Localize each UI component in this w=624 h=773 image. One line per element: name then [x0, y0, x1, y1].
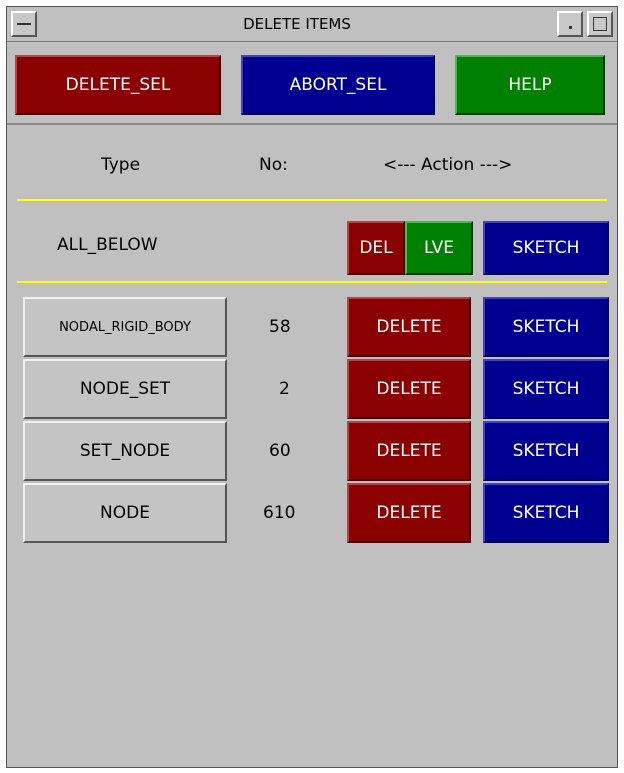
row-count: 2: [279, 379, 290, 399]
sketch-button[interactable]: SKETCH: [483, 359, 609, 419]
header-action: <--- Action --->: [383, 155, 513, 175]
del-all-button[interactable]: DEL: [347, 221, 405, 275]
sketch-button[interactable]: SKETCH: [483, 483, 609, 543]
delete-items-window: DELETE ITEMS DELETE_SEL ABORT_SEL HELP T…: [6, 6, 618, 768]
type-button-node[interactable]: NODE: [23, 483, 227, 543]
delete-button[interactable]: DELETE: [347, 297, 471, 357]
header-type: Type: [101, 155, 141, 175]
delete-button[interactable]: DELETE: [347, 483, 471, 543]
row-count: 60: [269, 441, 291, 461]
help-button[interactable]: HELP: [455, 55, 605, 115]
all-below-separator: [17, 281, 607, 283]
all-below-label: ALL_BELOW: [57, 235, 158, 255]
header-no: No:: [259, 155, 288, 175]
row-count: 610: [263, 503, 296, 523]
delete-button[interactable]: DELETE: [347, 359, 471, 419]
minimize-icon[interactable]: [557, 11, 583, 37]
lve-all-button[interactable]: LVE: [405, 221, 473, 275]
window-title: DELETE ITEMS: [243, 15, 351, 33]
header-separator: [17, 199, 607, 201]
type-button-set-node[interactable]: SET_NODE: [23, 421, 227, 481]
row-count: 58: [269, 317, 291, 337]
delete-button[interactable]: DELETE: [347, 421, 471, 481]
delete-sel-button[interactable]: DELETE_SEL: [15, 55, 221, 115]
sketch-button[interactable]: SKETCH: [483, 297, 609, 357]
toolbar-divider: [7, 123, 617, 125]
maximize-icon[interactable]: [587, 11, 613, 37]
abort-sel-button[interactable]: ABORT_SEL: [241, 55, 435, 115]
sketch-button[interactable]: SKETCH: [483, 421, 609, 481]
type-button-nodal-rigid-body[interactable]: NODAL_RIGID_BODY: [23, 297, 227, 357]
window-menu-icon[interactable]: [11, 11, 37, 37]
sketch-all-button[interactable]: SKETCH: [483, 221, 609, 275]
type-button-node-set[interactable]: NODE_SET: [23, 359, 227, 419]
title-bar[interactable]: DELETE ITEMS: [7, 7, 617, 42]
